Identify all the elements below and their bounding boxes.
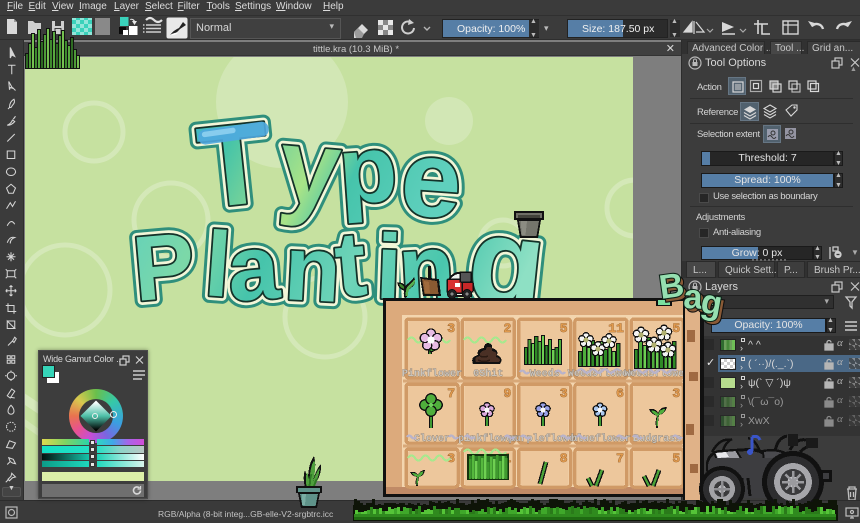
svg-text:Planting: Planting: [129, 191, 552, 336]
